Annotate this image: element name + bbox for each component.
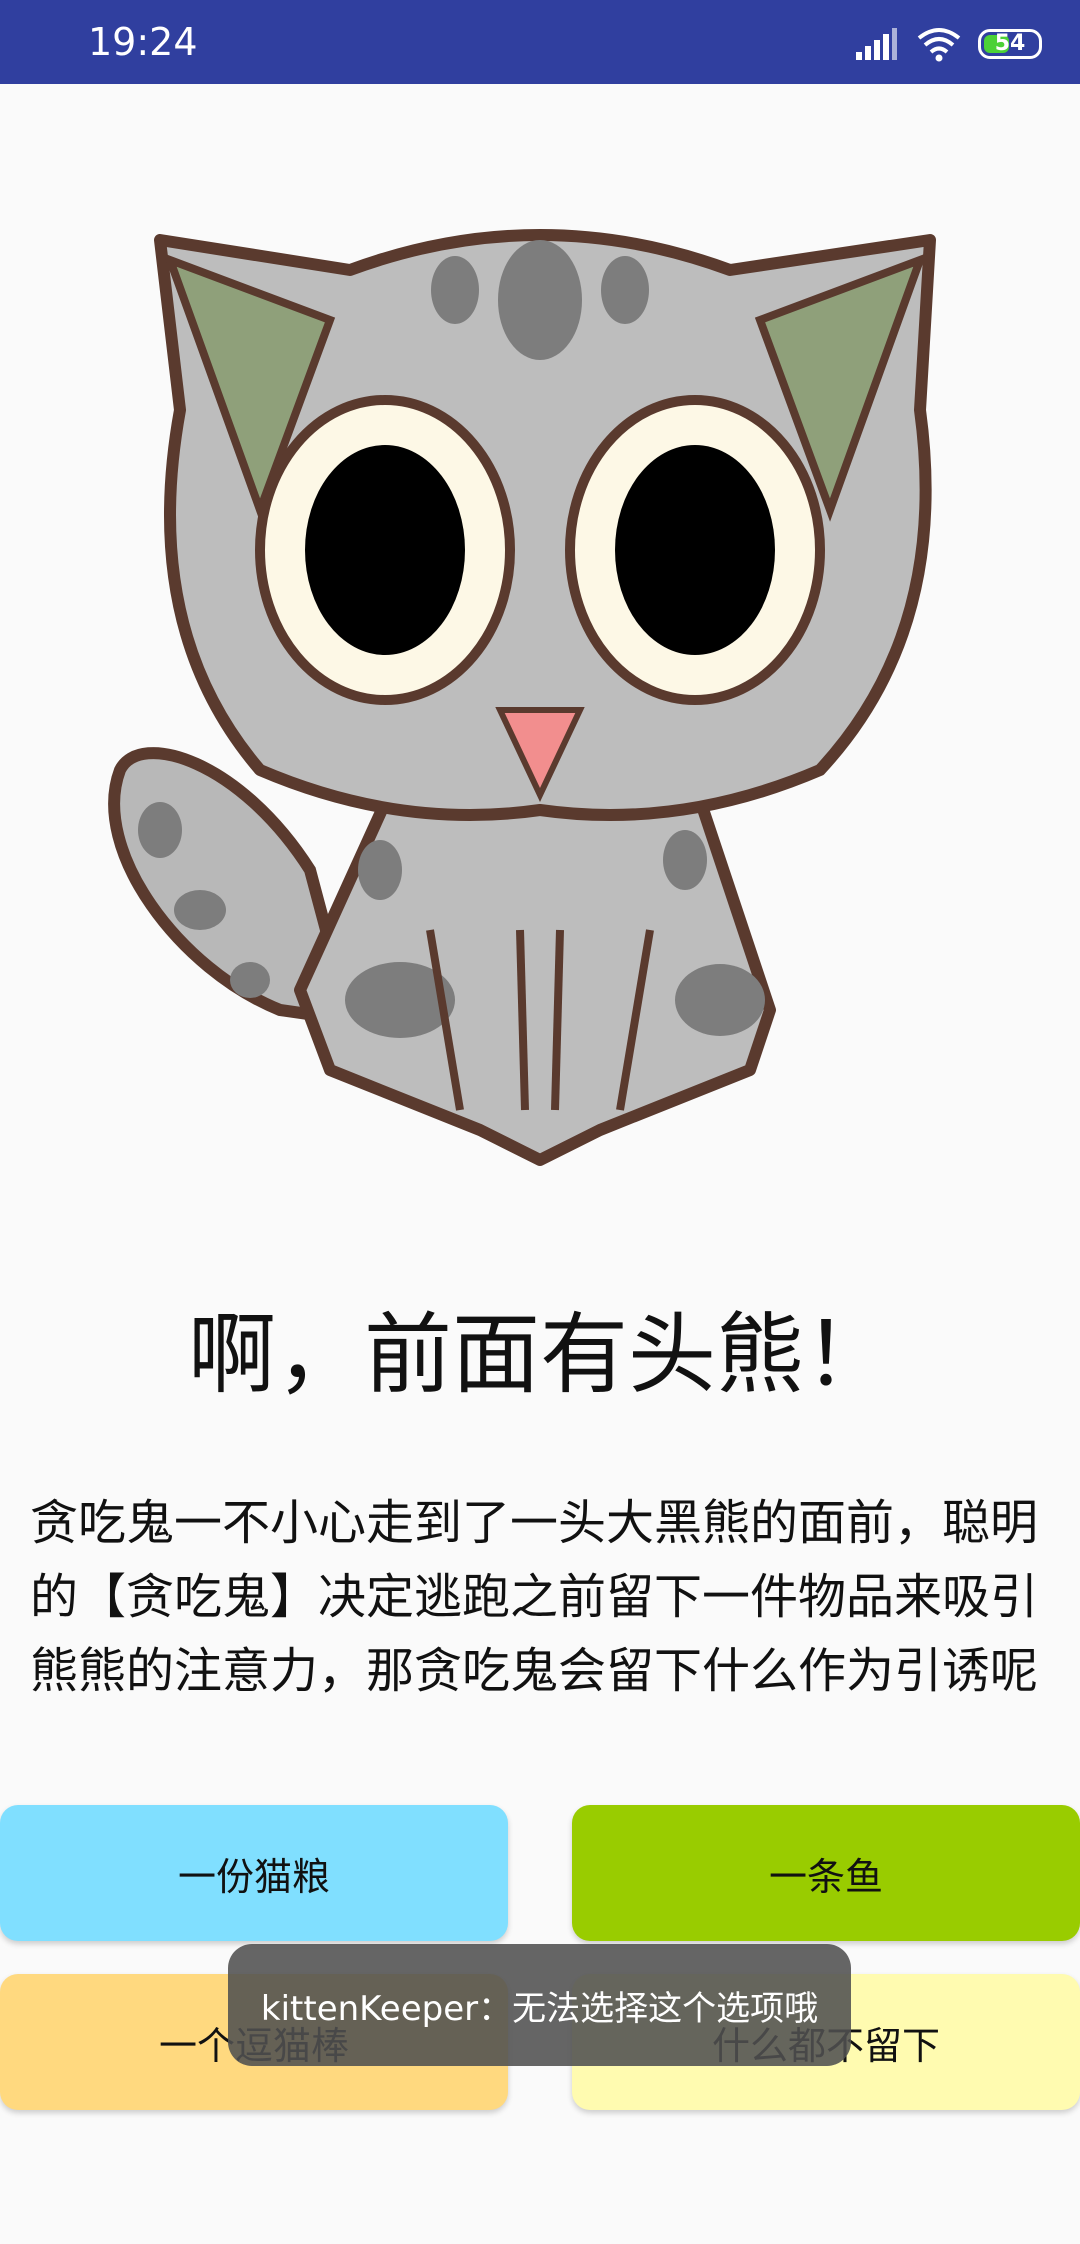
cat-illustration: [108, 229, 936, 1166]
status-icons: 54: [854, 24, 1042, 64]
status-bar: 19:24 54: [0, 0, 1080, 84]
battery-level: 54: [994, 31, 1026, 56]
toast-message: kittenKeeper：无法选择这个选项哦: [228, 1944, 851, 2066]
page-title: 啊，前面有头熊！: [187, 1303, 892, 1406]
story-text: 贪吃鬼一不小心走到了一头大黑熊的面前，聪明的【贪吃鬼】决定逃跑之前留下一件物品来…: [30, 1495, 1039, 1699]
choice-button-cat-food[interactable]: 一份猫粮: [0, 1805, 508, 1941]
battery-icon: 54: [978, 29, 1042, 59]
signal-icon: [856, 28, 897, 60]
status-time: 19:24: [88, 20, 198, 64]
wifi-icon: [917, 28, 961, 62]
choice-button-fish[interactable]: 一条鱼: [572, 1805, 1080, 1941]
